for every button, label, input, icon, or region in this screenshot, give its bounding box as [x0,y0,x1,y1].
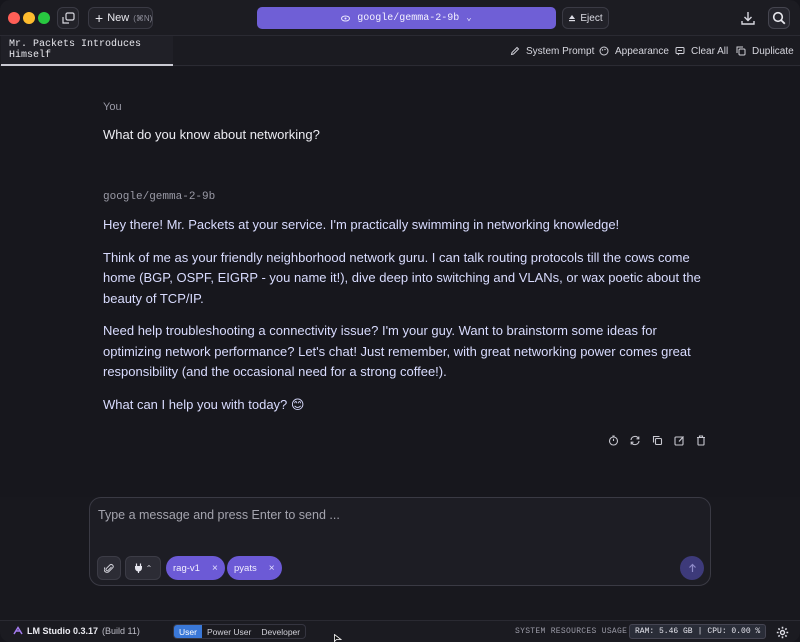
cpu-usage: CPU: 0.00 % [707,627,761,636]
new-button[interactable]: + New (⌘N) [88,7,153,29]
user-role-label: You [103,101,122,113]
mouse-cursor-icon [334,634,342,642]
eject-label: Eject [580,12,603,24]
system-prompt-button[interactable]: System Prompt [510,36,594,66]
window-minimize-button[interactable] [23,12,35,24]
assistant-message: Hey there! Mr. Packets at your service. … [103,215,703,427]
status-bar: LM Studio 0.3.17 (Build 11) User Power U… [0,620,800,642]
message-composer: ⌃ rag-v1 × pyats × [89,497,711,586]
assistant-role-label: google/gemma-2-9b [103,191,216,203]
mode-user[interactable]: User [174,625,202,638]
close-icon[interactable]: × [212,563,218,574]
system-prompt-label: System Prompt [526,45,595,57]
new-shortcut-label: (⌘N) [133,13,153,23]
trash-icon[interactable] [694,433,708,447]
eject-button[interactable]: Eject [562,7,609,29]
plus-icon: + [95,10,104,26]
clear-all-button[interactable]: Clear All [675,36,728,66]
tab-bar: Mr. Packets Introduces Himself System Pr… [0,36,800,66]
context-chip[interactable]: rag-v1 × [166,556,225,580]
assistant-paragraph: What can I help you with today? 😊 [103,396,305,412]
user-message: What do you know about networking? [103,127,320,142]
clear-all-label: Clear All [691,45,729,57]
regenerate-icon[interactable] [628,433,642,447]
resource-separator: | [697,627,703,636]
palette-icon [599,46,609,56]
new-chat-icon [61,11,75,24]
send-button[interactable] [680,556,704,580]
appearance-label: Appearance [615,45,669,57]
timer-icon[interactable] [606,433,620,447]
title-bar: + New (⌘N) google/gemma-2-9b ⌄ Eject [0,0,800,36]
plugins-button[interactable]: ⌃ [125,556,161,580]
paperclip-icon [104,563,114,573]
resource-usage-box[interactable]: RAM: 5.46 GB | CPU: 0.00 % [629,624,766,639]
duplicate-button[interactable]: Duplicate [736,36,794,66]
model-name: google/gemma-2-9b [357,12,460,24]
message-actions [606,433,708,447]
eject-icon [569,15,576,22]
plug-icon [134,563,142,573]
chip-label: pyats [234,562,257,574]
context-chip[interactable]: pyats × [227,556,282,580]
edit-icon[interactable] [672,433,686,447]
mode-developer[interactable]: Developer [256,625,305,638]
attach-button[interactable] [97,556,121,580]
assistant-paragraph: Hey there! Mr. Packets at your service. … [103,217,620,232]
new-chat-window-button[interactable] [57,7,79,29]
chat-transcript: You What do you know about networking? g… [0,67,800,497]
duplicate-label: Duplicate [752,45,794,57]
model-selector[interactable]: google/gemma-2-9b ⌄ [257,7,556,29]
resources-label: SYSTEM RESOURCES USAGE: [515,627,633,636]
model-icon [341,15,351,21]
new-button-label: New [107,12,130,24]
mode-power-user[interactable]: Power User [202,625,256,638]
close-icon[interactable]: × [269,563,275,574]
app-name: LM Studio 0.3.17 [27,626,99,636]
edit-prompt-icon [510,46,520,56]
assistant-paragraph: Need help troubleshooting a connectivity… [103,323,691,379]
duplicate-icon [736,46,746,56]
app-build: (Build 11) [102,626,140,636]
ram-usage: RAM: 5.46 GB [635,627,693,636]
clear-chat-icon [675,47,685,56]
search-icon [772,11,786,25]
download-icon[interactable] [739,10,757,26]
chevron-down-icon: ⌄ [466,13,472,23]
settings-button[interactable] [774,624,790,640]
assistant-paragraph: Think of me as your friendly neighborhoo… [103,249,701,306]
app-brand: LM Studio 0.3.17 (Build 11) [13,626,140,636]
appearance-button[interactable]: Appearance [599,36,669,66]
mode-switcher: User Power User Developer [173,624,307,639]
app-window: + New (⌘N) google/gemma-2-9b ⌄ Eject Mr.… [0,0,800,642]
chip-label: rag-v1 [173,562,200,574]
arrow-up-icon [688,563,696,572]
copy-icon[interactable] [650,433,664,447]
lm-studio-logo-icon [13,626,23,635]
window-close-button[interactable] [8,12,20,24]
message-input[interactable] [98,508,698,530]
gear-icon [776,626,788,638]
chevron-up-icon: ⌃ [145,563,153,573]
search-button[interactable] [768,7,790,29]
tab-current-chat[interactable]: Mr. Packets Introduces Himself [1,36,173,66]
window-maximize-button[interactable] [38,12,50,24]
